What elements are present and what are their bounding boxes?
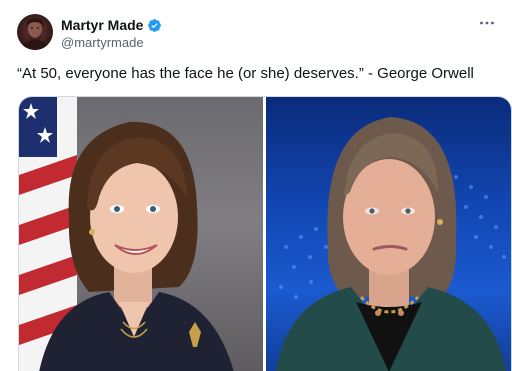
author-handle[interactable]: @martyrmade xyxy=(61,35,144,51)
author-avatar[interactable] xyxy=(17,14,53,50)
author-display-name[interactable]: Martyr Made xyxy=(61,16,143,34)
tweet-text: “At 50, everyone has the face he (or she… xyxy=(17,65,474,82)
author-name-row: Martyr Made xyxy=(61,16,162,34)
portrait-woman-older-image xyxy=(276,117,506,371)
tweet-card: Martyr Made @martyrmade “At 50, everyone… xyxy=(0,0,512,371)
avatar-portrait-icon xyxy=(21,18,49,50)
tweet-media-grid xyxy=(18,96,512,371)
media-photo-left[interactable] xyxy=(19,97,263,371)
media-photo-right[interactable] xyxy=(266,97,511,371)
verified-badge-icon xyxy=(148,18,162,32)
more-horizontal-icon[interactable] xyxy=(478,14,496,32)
portrait-woman-young-image xyxy=(19,97,234,371)
